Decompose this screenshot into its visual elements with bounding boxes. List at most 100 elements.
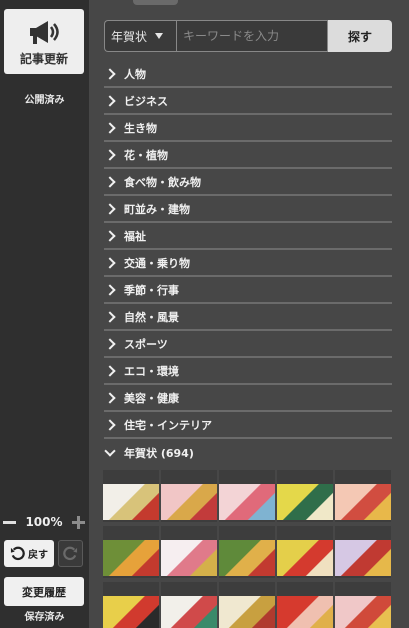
thumbnail-row — [103, 470, 393, 522]
category-item[interactable]: 住宅・インテリア — [104, 412, 392, 439]
category-label: エコ・環境 — [124, 364, 179, 378]
megaphone-icon — [30, 21, 59, 44]
chevron-right-icon — [104, 364, 116, 377]
chevron-right-icon — [104, 148, 116, 161]
thumbnail-image — [161, 596, 217, 628]
category-item[interactable]: 交通・乗り物 — [104, 250, 392, 277]
thumbnail-gold-on-green[interactable] — [219, 526, 275, 578]
thumbnail-green-yellow-split[interactable] — [277, 470, 333, 522]
chevron-right-icon — [104, 310, 116, 323]
minus-icon[interactable] — [3, 520, 16, 524]
change-history-button[interactable]: 変更履歴 — [4, 577, 84, 606]
thumbnail-fans-on-white[interactable] — [103, 470, 159, 522]
category-item[interactable]: 福祉 — [104, 223, 392, 250]
chevron-right-icon — [104, 418, 116, 431]
thumbnail-fans-on-peach[interactable] — [335, 470, 391, 522]
chevron-right-icon — [104, 337, 116, 350]
category-label: 町並み・建物 — [124, 202, 190, 216]
category-label: 人物 — [124, 67, 146, 81]
chevron-right-icon — [104, 175, 116, 188]
thumbnail-image — [277, 596, 333, 628]
undo-button[interactable]: 戻す — [4, 540, 54, 567]
thumbnail-image — [219, 540, 275, 576]
thumbnail-image — [219, 596, 275, 628]
category-item[interactable]: 人物 — [104, 61, 392, 88]
category-label: 福祉 — [124, 229, 146, 243]
category-item[interactable]: 年賀状 (694) — [104, 439, 392, 466]
thumbnail-image — [103, 540, 159, 576]
redo-button[interactable] — [58, 540, 83, 567]
thumbnail-gold-rope[interactable] — [219, 582, 275, 628]
thumbnail-red-yellow-split[interactable] — [277, 526, 333, 578]
thumbnail-red-fans[interactable] — [277, 582, 333, 628]
category-item[interactable]: 季節・行事 — [104, 277, 392, 304]
thumbnail-image — [103, 484, 159, 520]
save-status: 保存済み — [24, 612, 65, 623]
category-item[interactable]: 町並み・建物 — [104, 196, 392, 223]
thumbnail-fans-on-pink[interactable] — [161, 470, 217, 522]
thumbnail-grid — [103, 470, 393, 628]
undo-label: 戻す — [28, 550, 48, 561]
category-item[interactable]: 食べ物・飲み物 — [104, 169, 392, 196]
thumbnail-row — [103, 526, 393, 578]
category-label: 年賀状 (694) — [124, 446, 194, 460]
category-item[interactable]: ビジネス — [104, 88, 392, 115]
thumbnail-image — [161, 540, 217, 576]
category-item[interactable]: 生き物 — [104, 115, 392, 142]
chevron-right-icon — [104, 256, 116, 269]
thumbnail-flowers-on-white[interactable] — [161, 526, 217, 578]
category-label: 花・植物 — [124, 148, 168, 162]
category-label: 美容・健康 — [124, 391, 179, 405]
thumbnail-image — [335, 540, 391, 576]
panel-tab[interactable] — [133, 0, 178, 5]
category-select[interactable]: 年賀状 — [104, 20, 176, 52]
category-item[interactable]: 自然・風景 — [104, 304, 392, 331]
thumbnail-pink-fans[interactable] — [335, 582, 391, 628]
thumbnail-image — [335, 484, 391, 520]
category-label: 食べ物・飲み物 — [124, 175, 201, 189]
chevron-down-icon — [155, 33, 164, 39]
editor-window: 記事更新 公開済み 100% 戻す 変更履歴 保存済み 年賀状 キーワードを入力… — [0, 0, 409, 628]
thumbnail-image — [161, 484, 217, 520]
category-label: 生き物 — [124, 121, 157, 135]
update-article-button[interactable]: 記事更新 — [4, 9, 84, 74]
category-item[interactable]: 美容・健康 — [104, 385, 392, 412]
thumbnail-row — [103, 582, 393, 628]
category-label: 交通・乗り物 — [124, 256, 190, 270]
thumbnail-flowers-on-pink[interactable] — [219, 470, 275, 522]
plus-icon[interactable] — [71, 515, 85, 529]
chevron-right-icon — [104, 229, 116, 242]
category-label: 季節・行事 — [124, 283, 179, 297]
category-label: ビジネス — [124, 94, 168, 108]
thumbnail-image — [335, 596, 391, 628]
thumbnail-yellow-red-fan[interactable] — [103, 582, 159, 628]
category-label: 住宅・インテリア — [124, 418, 212, 432]
category-item[interactable]: エコ・環境 — [104, 358, 392, 385]
redo-icon — [63, 546, 78, 561]
chevron-right-icon — [104, 283, 116, 296]
search-button[interactable]: 探す — [328, 20, 392, 52]
search-bar: 年賀状 探す — [104, 20, 392, 52]
undo-icon — [10, 546, 25, 561]
left-rail: 記事更新 公開済み 100% 戻す 変更履歴 保存済み — [0, 0, 89, 628]
zoom-control: 100% — [3, 514, 85, 530]
thumbnail-image — [219, 484, 275, 520]
zoom-level: 100% — [25, 515, 63, 529]
thumbnail-image — [103, 596, 159, 628]
category-label: スポーツ — [124, 337, 168, 351]
category-select-value: 年賀状 — [111, 29, 148, 44]
category-label: 自然・風景 — [124, 310, 179, 324]
chevron-right-icon — [104, 202, 116, 215]
chevron-right-icon — [104, 94, 116, 107]
thumbnail-decor-on-lilac[interactable] — [335, 526, 391, 578]
keyword-input[interactable] — [176, 20, 328, 52]
thumbnail-image — [277, 484, 333, 520]
thumbnail-2016-on-green[interactable] — [103, 526, 159, 578]
category-item[interactable]: 花・植物 — [104, 142, 392, 169]
update-article-label: 記事更新 — [19, 52, 68, 66]
category-item[interactable]: スポーツ — [104, 331, 392, 358]
publish-status: 公開済み — [24, 95, 65, 106]
thumbnail-beads-on-white[interactable] — [161, 582, 217, 628]
chevron-down-icon — [104, 444, 116, 457]
chevron-right-icon — [104, 391, 116, 404]
